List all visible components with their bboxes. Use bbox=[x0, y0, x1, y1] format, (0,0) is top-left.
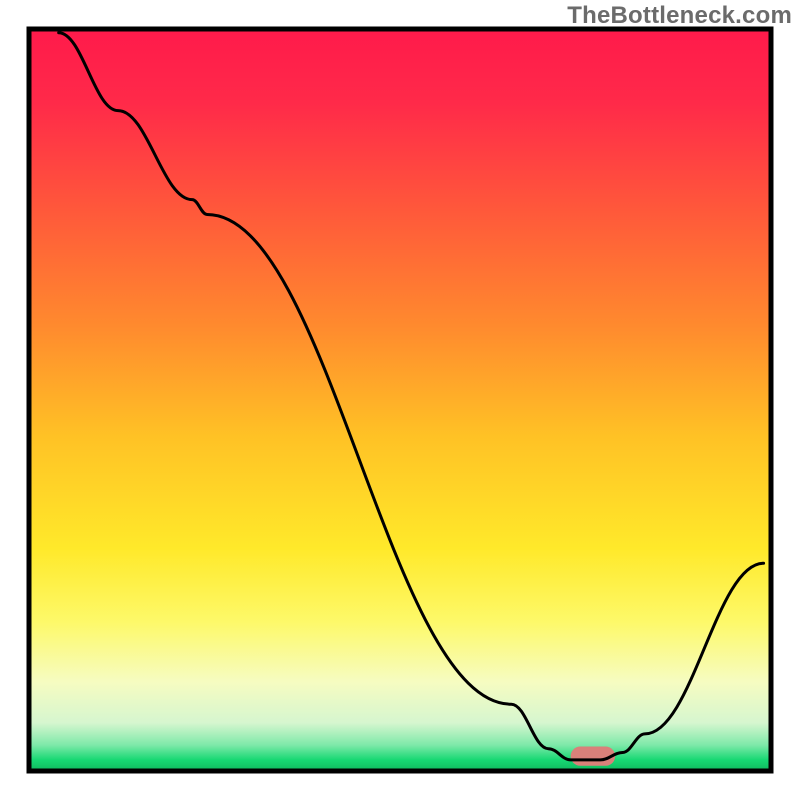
plot-background bbox=[29, 29, 771, 771]
watermark-text: TheBottleneck.com bbox=[567, 2, 792, 30]
chart-canvas bbox=[0, 0, 800, 800]
bottleneck-chart: TheBottleneck.com bbox=[0, 0, 800, 800]
